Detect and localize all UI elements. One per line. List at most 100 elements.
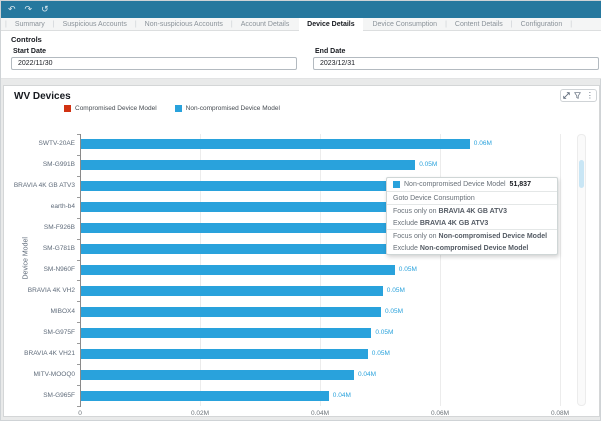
- gridline: [440, 134, 441, 406]
- y-axis-category-label: BRAVIA 4K VH21: [4, 350, 75, 357]
- bar-swtv-20ae[interactable]: [81, 139, 470, 149]
- legend-swatch-icon: [64, 105, 71, 112]
- tab-content-details[interactable]: Content Details: [447, 18, 511, 30]
- context-menu-item-text: Focus only on: [393, 233, 439, 240]
- y-axis-category-label: SM-G991B: [4, 161, 75, 168]
- bar-value-label: 0.04M: [358, 371, 376, 378]
- chart-actions-toolbar: ⋮: [560, 89, 597, 102]
- y-axis-tick: [77, 218, 80, 219]
- bar-value-label: 0.05M: [419, 161, 437, 168]
- bar-sm-g991b[interactable]: [81, 160, 415, 170]
- y-axis-tick: [77, 343, 80, 344]
- y-axis-category-label: BRAVIA 4K VH2: [4, 287, 75, 294]
- bar-bravia-4k-vh21[interactable]: [81, 349, 368, 359]
- bar-mitv-mooq0[interactable]: [81, 370, 354, 380]
- bar-value-label: 0.05M: [375, 329, 393, 336]
- context-menu-item[interactable]: Focus only on BRAVIA 4K GB ATV3: [387, 205, 557, 217]
- y-axis-tick: [77, 155, 80, 156]
- bar-sm-n960f[interactable]: [81, 265, 395, 275]
- gridline: [560, 134, 561, 406]
- y-axis-category-label: SM-F926B: [4, 224, 75, 231]
- chart-scrollbar-thumb[interactable]: [579, 160, 584, 188]
- x-axis-tick-label: 0.08M: [551, 410, 569, 417]
- context-menu-header: Non-compromised Device Model 51,837: [387, 178, 557, 192]
- y-axis-tick: [77, 364, 80, 365]
- y-axis-tick: [77, 301, 80, 302]
- x-axis-tick-label: 0.04M: [311, 410, 329, 417]
- start-date-label: Start Date: [13, 48, 46, 55]
- bar-value-label: 0.05M: [385, 308, 403, 315]
- x-axis-tick-label: 0: [78, 410, 82, 417]
- tab-suspicious-accounts[interactable]: Suspicious Accounts: [55, 18, 135, 30]
- bar-sm-g975f[interactable]: [81, 328, 371, 338]
- context-menu-item-text: Focus only on: [393, 208, 439, 215]
- bar-value-label: 0.05M: [372, 350, 390, 357]
- bar-value-label: 0.04M: [333, 392, 351, 399]
- undo-icon[interactable]: ↶: [8, 5, 16, 14]
- x-axis-tick-label: 0.06M: [431, 410, 449, 417]
- legend-label: Non-compromised Device Model: [186, 105, 280, 112]
- y-axis-category-label: SM-G965F: [4, 392, 75, 399]
- legend-swatch-icon: [175, 105, 182, 112]
- redo-icon[interactable]: ↷: [25, 5, 33, 14]
- top-toolbar: ↶ ↷ ↺: [1, 1, 601, 18]
- y-axis-category-label: earth-b4: [4, 203, 75, 210]
- chart-title: WV Devices: [14, 91, 71, 102]
- context-menu-item[interactable]: Exclude Non-compromised Device Model: [387, 242, 557, 254]
- chart-scrollbar-track[interactable]: [577, 134, 586, 406]
- y-axis-category-label: MIBOX4: [4, 308, 75, 315]
- filter-icon[interactable]: [574, 92, 581, 99]
- tab-device-details[interactable]: Device Details: [299, 18, 362, 31]
- y-axis-tick: [77, 406, 80, 407]
- tab-non-suspicious-accounts[interactable]: Non-suspicious Accounts: [137, 18, 231, 30]
- tab-account-details[interactable]: Account Details: [233, 18, 298, 30]
- context-menu-item-text: Exclude: [393, 245, 420, 252]
- start-date-input[interactable]: [11, 57, 297, 70]
- x-axis-tick-label: 0.02M: [191, 410, 209, 417]
- bar-bravia-4k-vh2[interactable]: [81, 286, 383, 296]
- y-axis-tick: [77, 322, 80, 323]
- controls-section: Controls Start Date End Date: [1, 31, 601, 79]
- maximize-icon[interactable]: [563, 92, 570, 99]
- y-axis-category-label: BRAVIA 4K GB ATV3: [4, 182, 75, 189]
- kebab-menu-icon[interactable]: ⋮: [586, 92, 594, 100]
- y-axis-category-label: SM-G975F: [4, 329, 75, 336]
- context-menu-series-label: Non-compromised Device Model: [404, 181, 506, 188]
- bar-mibox4[interactable]: [81, 307, 381, 317]
- context-menu: Non-compromised Device Model 51,837 Goto…: [386, 177, 558, 255]
- series-swatch-icon: [393, 181, 400, 188]
- context-menu-item[interactable]: Focus only on Non-compromised Device Mod…: [387, 230, 557, 242]
- y-axis-tick: [77, 197, 80, 198]
- tab-separator: |: [570, 18, 572, 30]
- y-axis-category-label: SM-G781B: [4, 245, 75, 252]
- context-menu-item-text: Goto Device Consumption: [393, 195, 475, 202]
- legend-label: Compromised Device Model: [75, 105, 157, 112]
- sheet-tab-bar: |Summary|Suspicious Accounts|Non-suspici…: [1, 18, 601, 31]
- bar-value-label: 0.05M: [399, 266, 417, 273]
- context-menu-item-target: Non-compromised Device Model: [439, 233, 548, 240]
- tab-device-consumption[interactable]: Device Consumption: [364, 18, 445, 30]
- bar-sm-g781b[interactable]: [81, 244, 397, 254]
- reset-icon[interactable]: ↺: [41, 5, 49, 14]
- tab-configuration[interactable]: Configuration: [513, 18, 571, 30]
- bar-value-label: 0.05M: [387, 287, 405, 294]
- y-axis-tick: [77, 260, 80, 261]
- y-axis-tick: [77, 176, 80, 177]
- context-menu-item[interactable]: Exclude BRAVIA 4K GB ATV3: [387, 217, 557, 230]
- y-axis-category-label: SM-N960F: [4, 266, 75, 273]
- bar-sm-g965f[interactable]: [81, 391, 329, 401]
- y-axis-category-label: MITV-MOOQ0: [4, 371, 75, 378]
- end-date-input[interactable]: [313, 57, 599, 70]
- context-menu-series-value: 51,837: [510, 181, 531, 188]
- y-axis-tick: [77, 280, 80, 281]
- legend-item[interactable]: Compromised Device Model: [64, 105, 157, 112]
- y-axis-tick: [77, 239, 80, 240]
- tab-summary[interactable]: Summary: [7, 18, 53, 30]
- bar-sm-f926b[interactable]: [81, 223, 391, 233]
- legend-item[interactable]: Non-compromised Device Model: [175, 105, 280, 112]
- context-menu-item[interactable]: Goto Device Consumption: [387, 192, 557, 205]
- context-menu-item-text: Exclude: [393, 220, 420, 227]
- bar-earth-b4[interactable]: [81, 202, 392, 212]
- bar-bravia-4k-gb-atv3[interactable]: [81, 181, 392, 191]
- y-axis-tick: [77, 134, 80, 135]
